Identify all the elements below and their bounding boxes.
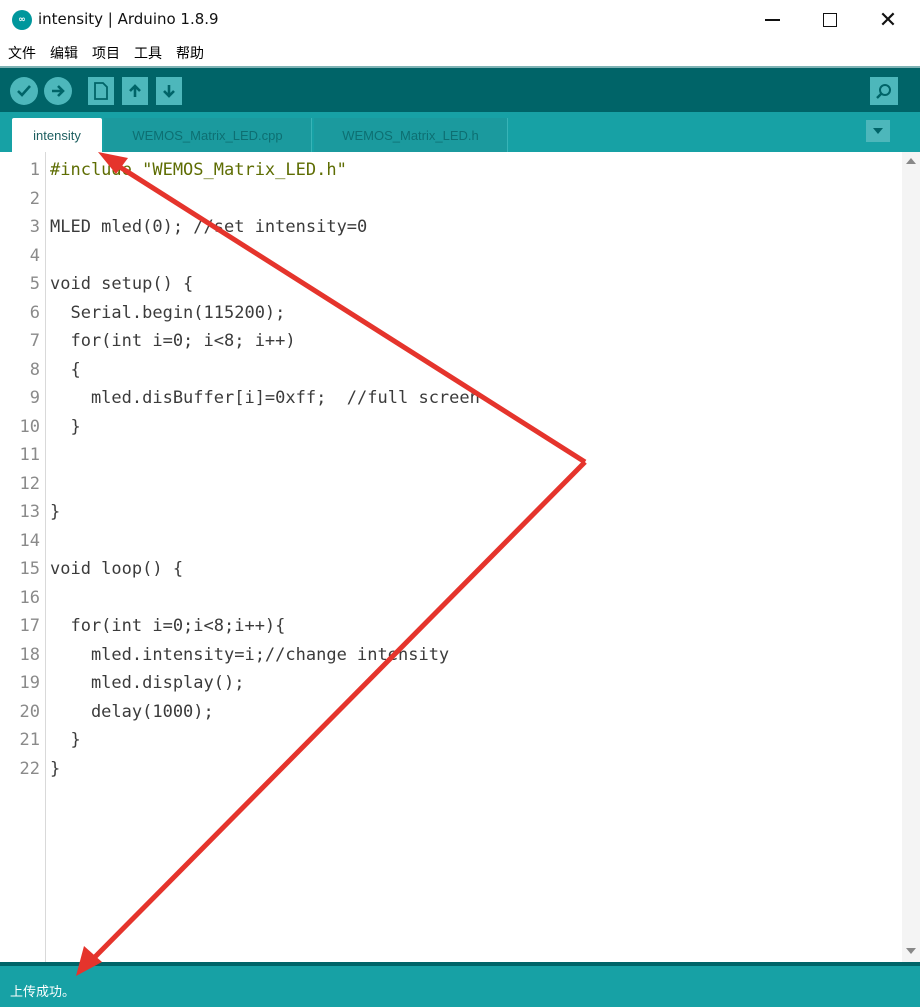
line-number: 14	[0, 531, 40, 551]
vertical-scrollbar[interactable]	[902, 152, 920, 962]
line-number: 10	[0, 417, 40, 437]
arrow-up-icon	[127, 83, 143, 99]
line-number: 16	[0, 588, 40, 608]
code-line: {	[50, 360, 81, 380]
code-line: mled.intensity=i;//change intensity	[50, 645, 449, 665]
magnifier-icon	[875, 82, 893, 100]
code-line: delay(1000);	[50, 702, 214, 722]
window-title: intensity | Arduino 1.8.9	[38, 10, 219, 28]
line-number-gutter: 1 2 3 4 5 6 7 8 9 10 11 12 13 14 15 16 1…	[0, 152, 46, 962]
line-number: 18	[0, 645, 40, 665]
arduino-logo-icon: ∞	[12, 10, 32, 30]
menu-file[interactable]: 文件	[8, 43, 36, 63]
code-line: for(int i=0;i<8;i++){	[50, 616, 285, 636]
line-number: 2	[0, 189, 40, 209]
scroll-up-icon[interactable]	[906, 158, 916, 164]
line-number: 5	[0, 274, 40, 294]
scroll-down-icon[interactable]	[906, 948, 916, 954]
line-number: 8	[0, 360, 40, 380]
chevron-down-icon	[872, 127, 884, 135]
menu-tools[interactable]: 工具	[134, 43, 162, 63]
check-icon	[16, 83, 32, 99]
tab-bar: intensity WEMOS_Matrix_LED.cpp WEMOS_Mat…	[0, 112, 920, 152]
tab-menu-button[interactable]	[866, 120, 890, 142]
code-line: mled.display();	[50, 673, 244, 693]
line-number: 1	[0, 160, 40, 180]
line-number: 22	[0, 759, 40, 779]
tab-wemos-cpp[interactable]: WEMOS_Matrix_LED.cpp	[104, 118, 312, 152]
code-line: #include "WEMOS_Matrix_LED.h"	[50, 160, 347, 180]
code-line: }	[50, 417, 81, 437]
line-number: 11	[0, 445, 40, 465]
menu-sketch[interactable]: 项目	[92, 43, 120, 63]
serial-monitor-button[interactable]	[870, 77, 898, 105]
line-number: 9	[0, 388, 40, 408]
code-line: MLED mled(0); //set intensity=0	[50, 217, 367, 237]
file-icon	[94, 82, 108, 100]
toolbar	[0, 66, 920, 112]
code-line: }	[50, 759, 60, 779]
line-number: 15	[0, 559, 40, 579]
code-line: void loop() {	[50, 559, 183, 579]
line-number: 12	[0, 474, 40, 494]
line-number: 3	[0, 217, 40, 237]
minimize-button[interactable]	[752, 6, 792, 34]
tab-intensity[interactable]: intensity	[12, 118, 102, 152]
code-line: Serial.begin(115200);	[50, 303, 285, 323]
maximize-icon	[823, 13, 837, 27]
arrow-down-icon	[161, 83, 177, 99]
tab-wemos-h[interactable]: WEMOS_Matrix_LED.h	[314, 118, 508, 152]
status-bar: 上传成功。	[0, 962, 920, 1007]
open-button[interactable]	[122, 77, 148, 105]
minimize-icon	[765, 19, 780, 21]
line-number: 20	[0, 702, 40, 722]
code-line: }	[50, 502, 60, 522]
menu-bar: 文件 编辑 项目 工具 帮助	[0, 40, 920, 66]
line-number: 19	[0, 673, 40, 693]
upload-button[interactable]	[44, 77, 72, 105]
arrow-right-icon	[50, 83, 66, 99]
status-message: 上传成功。	[10, 981, 75, 1000]
line-number: 4	[0, 246, 40, 266]
line-number: 21	[0, 730, 40, 750]
line-number: 13	[0, 502, 40, 522]
code-line: }	[50, 730, 81, 750]
menu-edit[interactable]: 编辑	[50, 43, 78, 63]
code-line: void setup() {	[50, 274, 193, 294]
code-editor[interactable]: 1 2 3 4 5 6 7 8 9 10 11 12 13 14 15 16 1…	[0, 152, 920, 962]
code-line: mled.disBuffer[i]=0xff; //full screen	[50, 388, 480, 408]
verify-button[interactable]	[10, 77, 38, 105]
new-button[interactable]	[88, 77, 114, 105]
line-number: 7	[0, 331, 40, 351]
maximize-button[interactable]	[810, 6, 850, 34]
menu-help[interactable]: 帮助	[176, 43, 204, 63]
line-number: 6	[0, 303, 40, 323]
save-button[interactable]	[156, 77, 182, 105]
code-line: for(int i=0; i<8; i++)	[50, 331, 296, 351]
line-number: 17	[0, 616, 40, 636]
close-button[interactable]: ✕	[868, 6, 908, 34]
title-bar: ∞ intensity | Arduino 1.8.9 ✕	[0, 0, 920, 40]
